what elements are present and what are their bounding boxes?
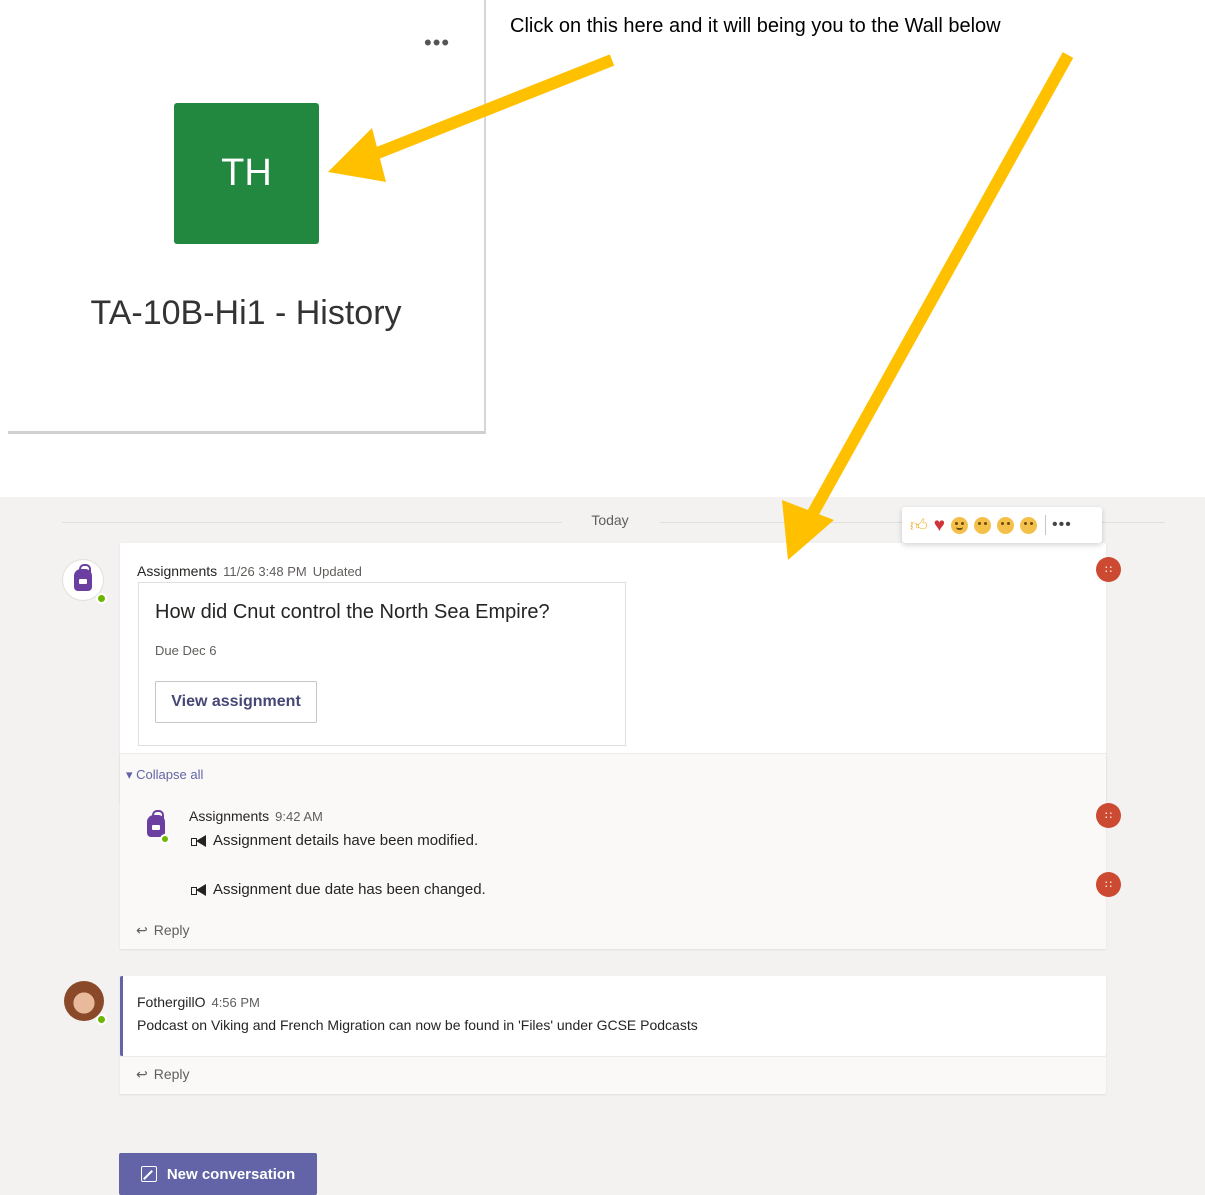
arrow-to-wall [802, 52, 1074, 525]
arrow-to-team-tile [362, 54, 615, 164]
arrowhead-icon [782, 500, 834, 560]
annotation-arrows [328, 52, 1074, 560]
arrowhead-icon [328, 128, 386, 182]
